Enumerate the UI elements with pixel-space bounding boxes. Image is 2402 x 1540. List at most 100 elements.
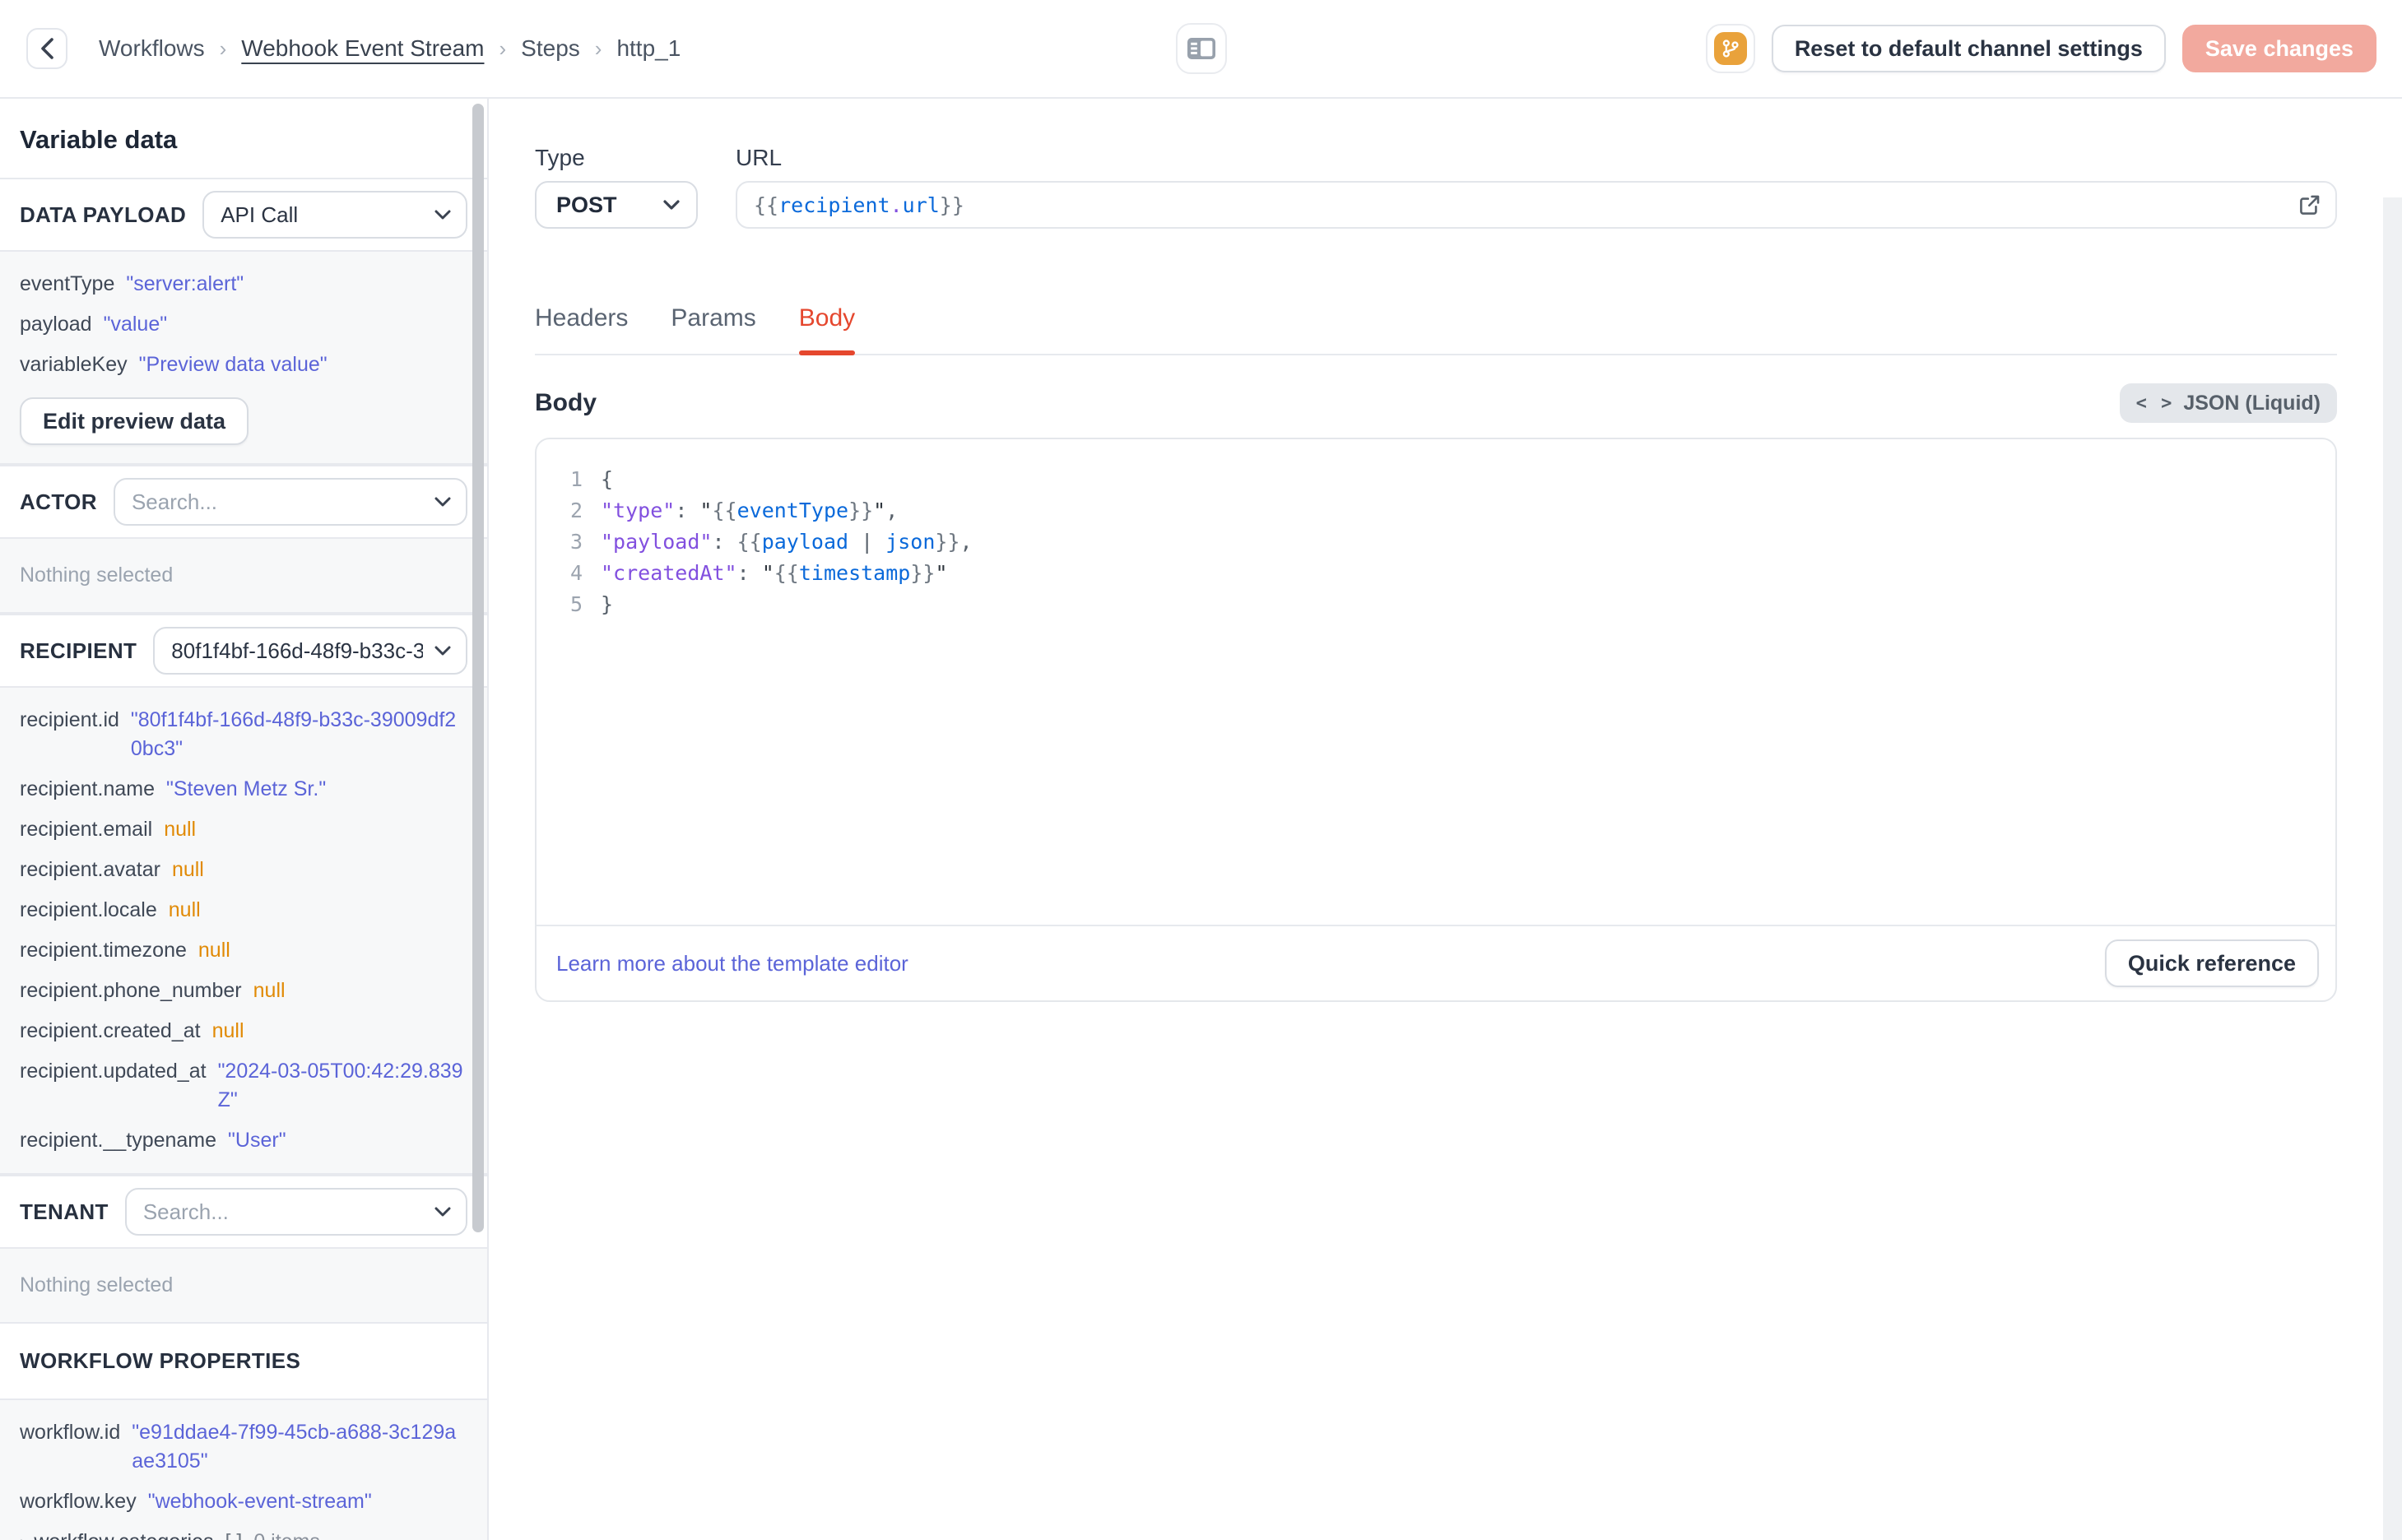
workflow-categories-row: › workflow.categories [ ] 0 items bbox=[20, 1528, 467, 1540]
variable-key: payload bbox=[20, 313, 92, 336]
empty-array-badge: [ ] bbox=[225, 1528, 242, 1540]
variable-key: recipient.name bbox=[20, 777, 155, 800]
actor-search-placeholder: Search... bbox=[131, 489, 218, 514]
variable-row: eventType "server:alert" bbox=[20, 270, 467, 299]
url-input[interactable]: {{recipient.url}} bbox=[736, 181, 2337, 229]
quick-reference-button[interactable]: Quick reference bbox=[2104, 939, 2319, 987]
breadcrumb-label: Webhook Event Stream bbox=[241, 35, 485, 61]
chevron-left-icon bbox=[41, 38, 53, 59]
tenant-search-select[interactable]: Search... bbox=[124, 1188, 467, 1236]
commit-status-button[interactable] bbox=[1705, 24, 1755, 73]
breadcrumb-item[interactable]: http_1 › bbox=[616, 35, 681, 62]
code-area[interactable]: 1{2 "type": "{{eventType}}", 3 "payload": {… bbox=[537, 439, 2335, 925]
code-line: 3 "payload": {{payload | json}}, bbox=[537, 526, 2335, 558]
recipient-label: RECIPIENT bbox=[20, 638, 137, 663]
url-value: {{recipient.url}} bbox=[754, 192, 964, 217]
variable-key: workflow.categories bbox=[34, 1528, 213, 1540]
tenant-search-placeholder: Search... bbox=[142, 1199, 229, 1224]
tab[interactable]: Params bbox=[671, 304, 755, 354]
reset-channel-settings-button[interactable]: Reset to default channel settings bbox=[1771, 25, 2166, 72]
variable-row: variableKey "Preview data value" bbox=[20, 350, 467, 379]
panel-title: Variable data bbox=[20, 125, 178, 154]
editor-footer: Learn more about the template editor Qui… bbox=[537, 925, 2335, 1000]
code-line: 4 "createdAt": "{{timestamp}}" bbox=[537, 558, 2335, 589]
breadcrumb-separator: › bbox=[594, 35, 602, 61]
language-badge-label: JSON (Liquid) bbox=[2183, 391, 2321, 415]
code-line: 1{ bbox=[537, 464, 2335, 495]
variable-value: "e91ddae4-7f99-45cb-a688-3c129aae3105" bbox=[132, 1421, 457, 1473]
variable-key: workflow.key bbox=[20, 1490, 137, 1513]
variable-value: "2024-03-05T00:42:29.839Z" bbox=[217, 1060, 463, 1111]
variable-row: recipient.phone_number null bbox=[20, 976, 467, 1005]
save-changes-button[interactable]: Save changes bbox=[2181, 25, 2376, 72]
actor-search-select[interactable]: Search... bbox=[113, 478, 467, 526]
variable-row: recipient.locale null bbox=[20, 896, 467, 925]
variable-data-panel: Variable data DATA PAYLOAD API Call even… bbox=[0, 99, 489, 1540]
learn-more-link[interactable]: Learn more about the template editor bbox=[556, 951, 908, 976]
variable-key: recipient.phone_number bbox=[20, 979, 242, 1002]
template-editor: 1{2 "type": "{{eventType}}", 3 "payload": {… bbox=[535, 438, 2337, 1002]
tab[interactable]: Body bbox=[798, 304, 856, 355]
variable-key: variableKey bbox=[20, 353, 128, 376]
http-method-select[interactable]: POST bbox=[535, 181, 698, 229]
variable-key: recipient.__typename bbox=[20, 1129, 217, 1152]
sidebar-toggle-button[interactable] bbox=[1176, 23, 1227, 74]
chevron-down-icon bbox=[434, 210, 451, 220]
variable-row: recipient.email null bbox=[20, 815, 467, 844]
workflow-properties-header: WORKFLOW PROPERTIES bbox=[0, 1324, 487, 1399]
http-method-value: POST bbox=[556, 192, 617, 217]
variable-value: null bbox=[164, 818, 197, 841]
tab-label: Headers bbox=[535, 304, 629, 332]
recipient-row: RECIPIENT 80f1f4bf-166d-48f9-b33c-39009d… bbox=[0, 614, 487, 686]
top-header: Workflows › Webhook Event Stream › Steps… bbox=[0, 0, 2402, 99]
breadcrumb-label: http_1 bbox=[616, 35, 681, 61]
breadcrumb: Workflows › Webhook Event Stream › Steps… bbox=[99, 35, 681, 62]
actor-empty-block: Nothing selected bbox=[0, 537, 487, 614]
external-link-icon[interactable] bbox=[2299, 194, 2321, 216]
variable-value: null bbox=[197, 939, 230, 962]
chevron-down-icon bbox=[434, 497, 451, 507]
variable-value: "Steven Metz Sr." bbox=[165, 777, 327, 800]
variable-row: recipient.id "80f1f4bf-166d-48f9-b33c-39… bbox=[20, 706, 467, 763]
tab-label: Params bbox=[671, 304, 756, 332]
expand-chevron-icon[interactable]: › bbox=[20, 1528, 26, 1540]
git-branch-icon bbox=[1713, 32, 1747, 65]
data-payload-row: DATA PAYLOAD API Call bbox=[0, 178, 487, 250]
page-scrollbar-track[interactable] bbox=[2383, 197, 2402, 1540]
line-number: 4 bbox=[569, 561, 583, 585]
breadcrumb-item[interactable]: Steps › bbox=[521, 35, 602, 62]
data-payload-select-value: API Call bbox=[221, 202, 299, 227]
variable-key: workflow.id bbox=[20, 1421, 121, 1444]
variable-row: workflow.id "e91ddae4-7f99-45cb-a688-3c1… bbox=[20, 1418, 467, 1476]
recipient-select[interactable]: 80f1f4bf-166d-48f9-b33c-39009df20bc3 bbox=[153, 627, 467, 675]
variable-key: recipient.avatar bbox=[20, 858, 160, 881]
tab-label: Body bbox=[798, 304, 856, 332]
sidebar-scrollbar-thumb[interactable] bbox=[472, 104, 484, 1232]
variable-key: recipient.created_at bbox=[20, 1019, 201, 1042]
body-section-title: Body bbox=[535, 389, 597, 416]
tenant-empty-block: Nothing selected bbox=[0, 1247, 487, 1324]
variable-key: eventType bbox=[20, 272, 115, 295]
actor-row: ACTOR Search... bbox=[0, 465, 487, 537]
variable-row: recipient.avatar null bbox=[20, 856, 467, 884]
variable-key: recipient.timezone bbox=[20, 939, 187, 962]
data-payload-select[interactable]: API Call bbox=[202, 191, 467, 239]
variable-key: recipient.locale bbox=[20, 898, 157, 921]
breadcrumb-item[interactable]: Webhook Event Stream › bbox=[241, 35, 506, 62]
url-label: URL bbox=[736, 145, 783, 170]
breadcrumb-item[interactable]: Workflows › bbox=[99, 35, 226, 62]
tenant-label: TENANT bbox=[20, 1199, 109, 1224]
breadcrumb-separator: › bbox=[499, 35, 507, 61]
variable-value: null bbox=[168, 898, 201, 921]
actor-empty-note: Nothing selected bbox=[20, 564, 174, 587]
request-editor-panel: Type POST URL {{recipient.url}} Headers … bbox=[489, 99, 2402, 1540]
edit-preview-data-button[interactable]: Edit preview data bbox=[20, 397, 249, 445]
code-line: 5} bbox=[537, 589, 2335, 620]
tab[interactable]: Headers bbox=[535, 304, 628, 354]
back-button[interactable] bbox=[26, 28, 67, 69]
recipient-select-value: 80f1f4bf-166d-48f9-b33c-39009df20bc3 bbox=[171, 638, 423, 663]
variable-row: workflow.key "webhook-event-stream" bbox=[20, 1487, 467, 1516]
breadcrumb-label: Workflows bbox=[99, 35, 205, 61]
breadcrumb-label: Steps bbox=[521, 35, 580, 61]
variable-row: payload "value" bbox=[20, 310, 467, 339]
